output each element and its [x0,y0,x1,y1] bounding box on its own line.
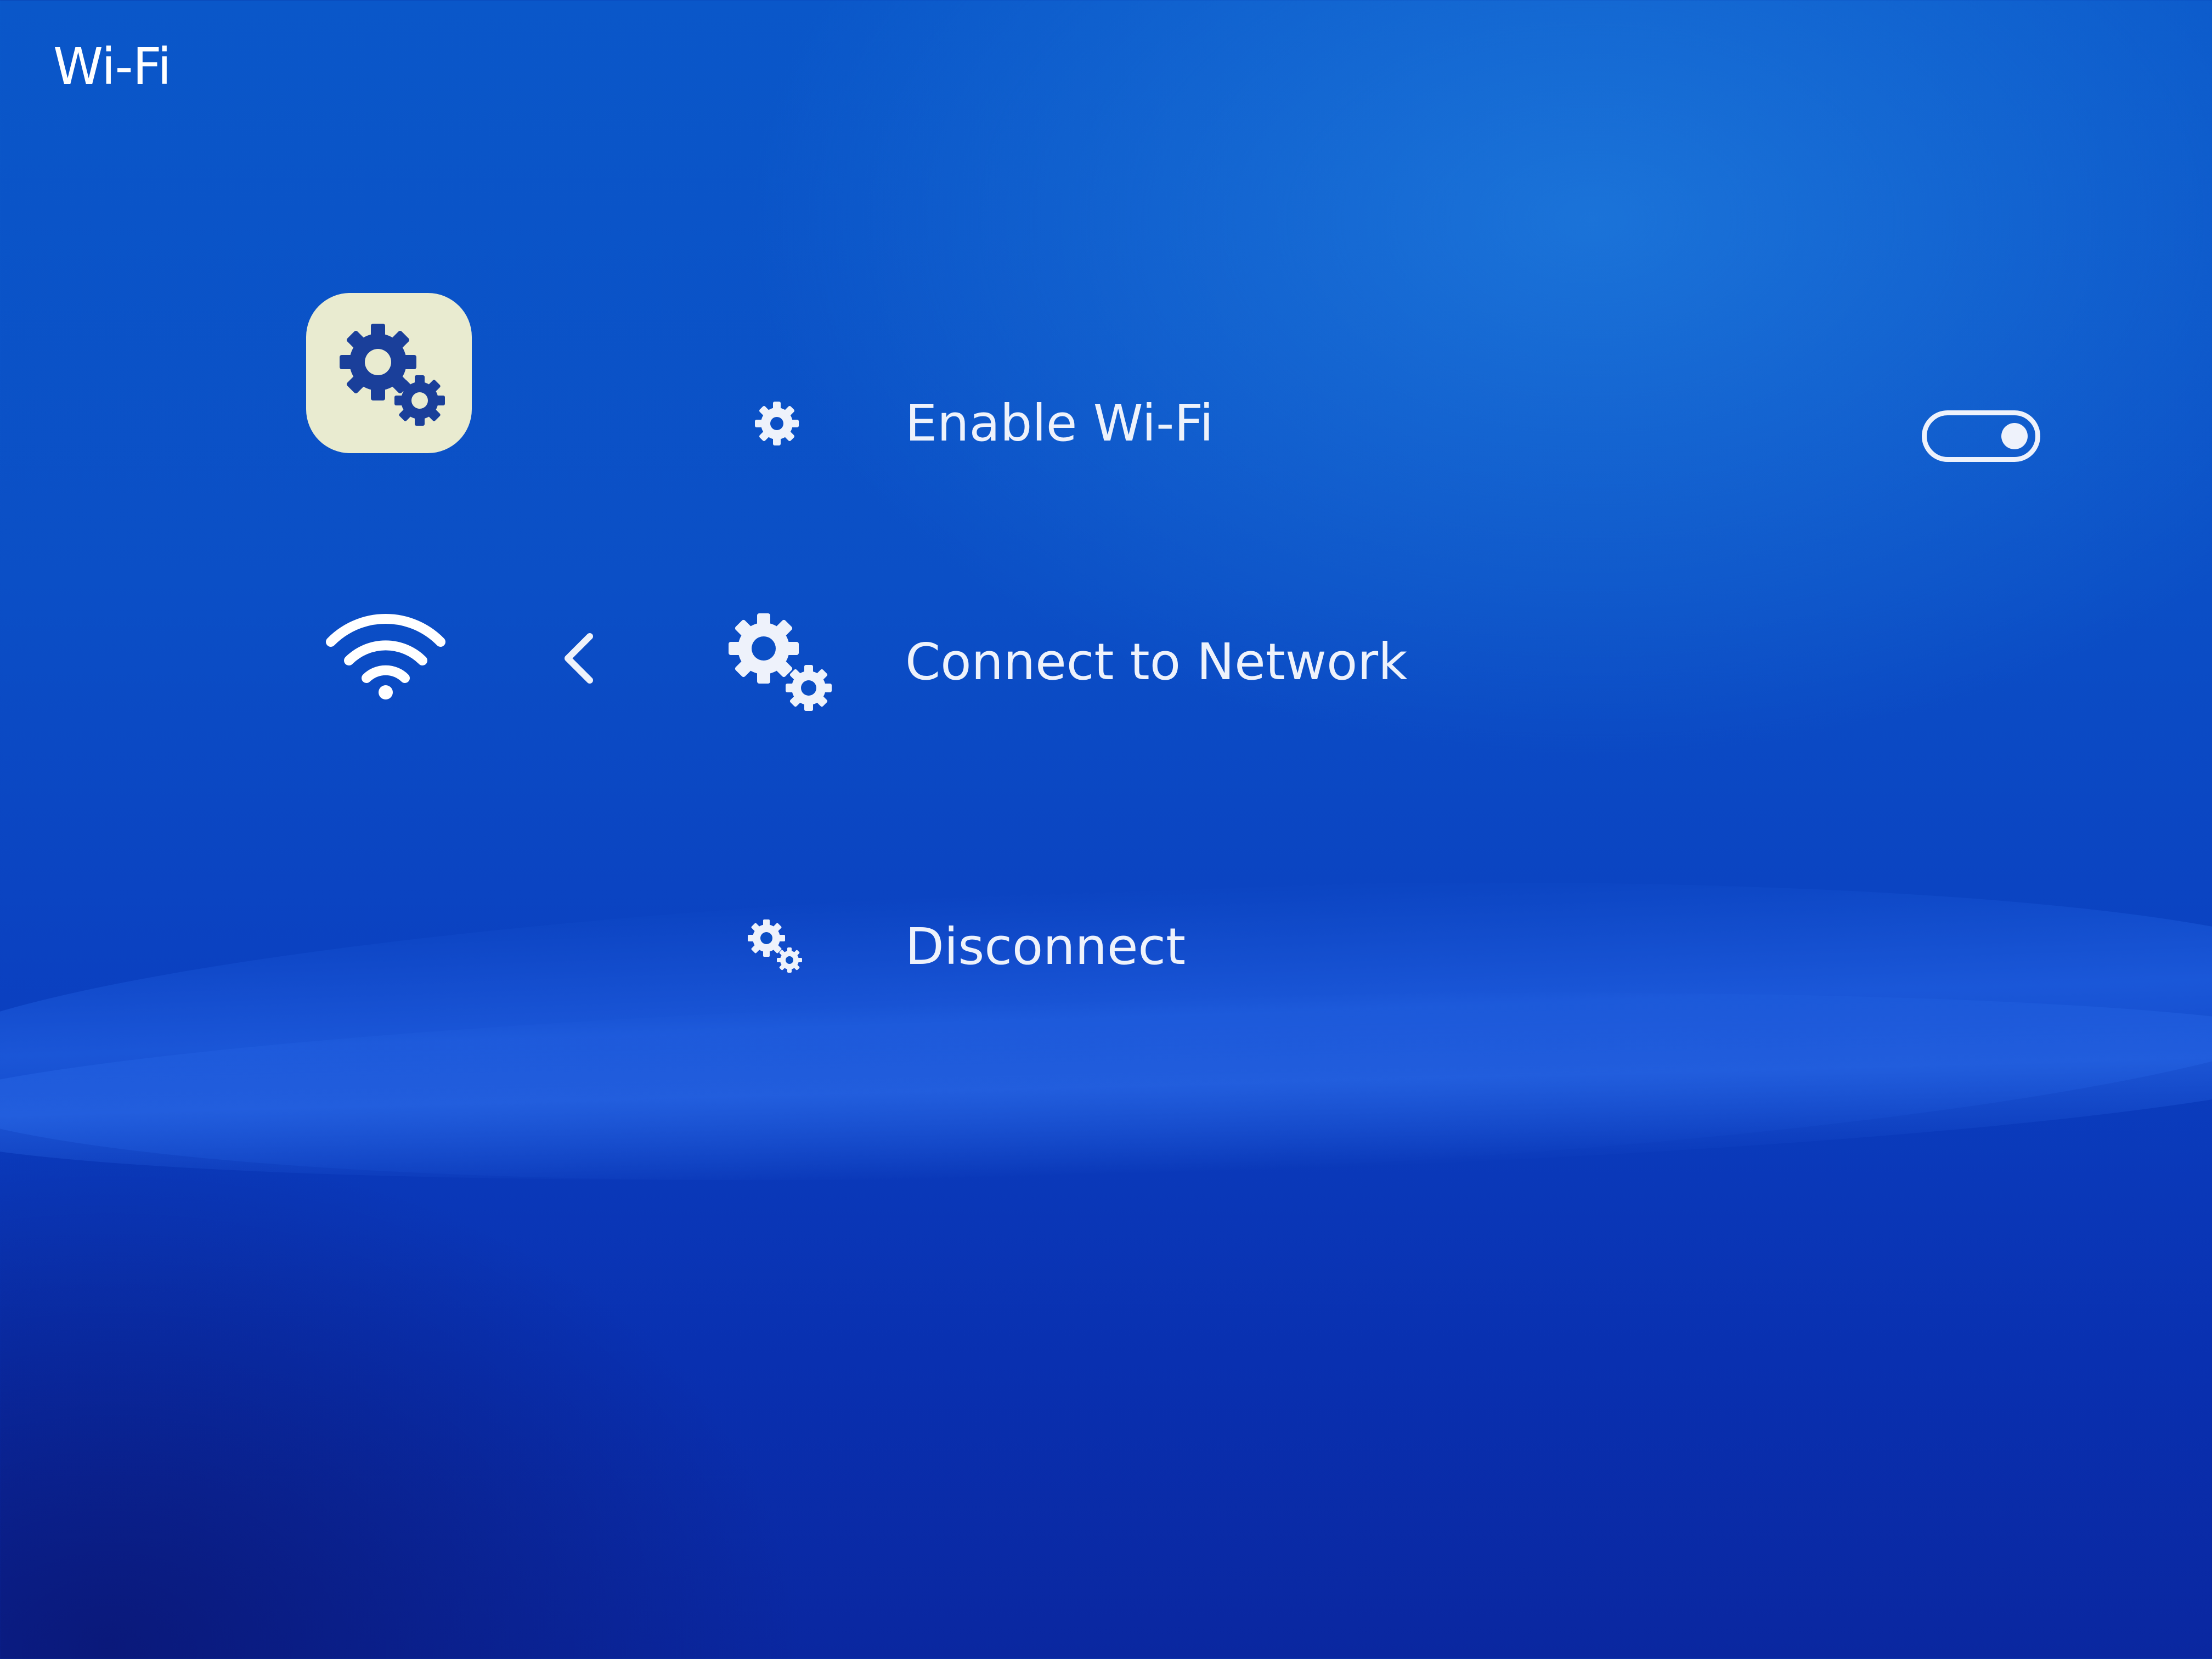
page-title: Wi-Fi [53,37,171,96]
settings-gears-icon [340,324,445,426]
menu-item-label: Connect to Network [905,633,1408,691]
gears-icon [743,915,805,977]
chevron-left-icon[interactable] [557,631,601,686]
settings-app-tile[interactable] [306,293,472,453]
toggle-knob [2001,423,2028,449]
menu-item-label: Disconnect [905,917,1186,976]
menu-item-connect-to-network[interactable]: Connect to Network [713,603,2085,730]
menu-item-enable-wifi[interactable]: Enable Wi-Fi [713,391,2085,456]
menu-item-disconnect[interactable]: Disconnect [713,909,2085,985]
background-wave-highlight [0,966,2212,1206]
wifi-icon[interactable] [323,610,449,701]
menu-item-label: Enable Wi-Fi [905,394,1214,453]
enable-wifi-toggle[interactable] [1922,410,2040,462]
gear-icon [752,398,802,449]
background-wave [0,845,2212,1217]
gears-icon [720,603,840,724]
